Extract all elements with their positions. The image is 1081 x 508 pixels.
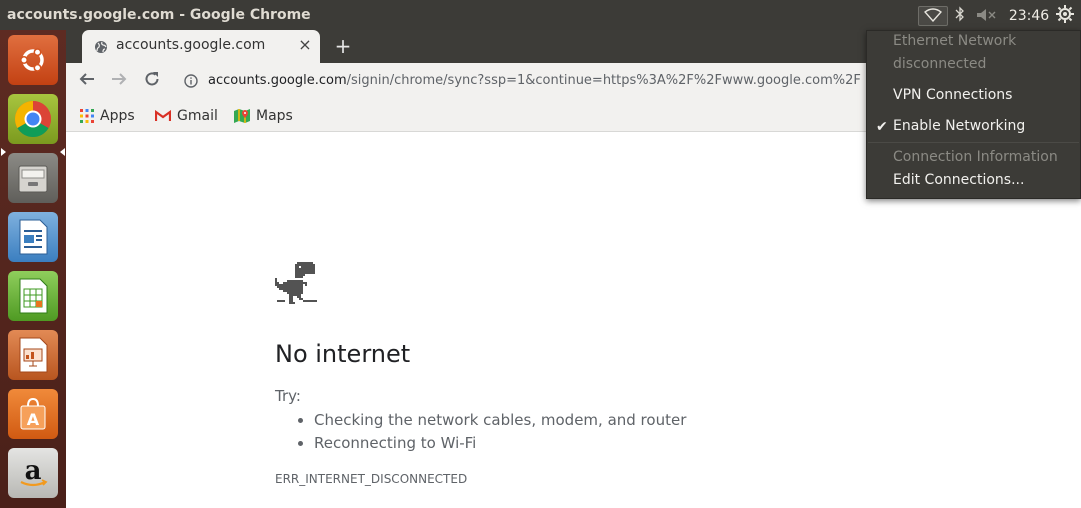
reload-icon: [144, 71, 160, 91]
url-text: accounts.google.com/signin/chrome/sync?s…: [208, 73, 861, 88]
menu-item-edit-connections[interactable]: Edit Connections...: [893, 172, 1024, 188]
url-host: accounts.google.com: [208, 73, 347, 88]
writer-icon: [8, 212, 58, 262]
reload-button[interactable]: [141, 70, 163, 92]
active-app-indicator-left: [1, 148, 6, 156]
bookmark-gmail[interactable]: Gmail: [155, 106, 218, 126]
window-title: accounts.google.com - Google Chrome: [7, 7, 311, 23]
checkmark-icon: ✔: [876, 119, 888, 135]
launcher-ubuntu-software[interactable]: A: [8, 389, 58, 439]
dinosaur-icon[interactable]: [275, 262, 319, 310]
bookmark-maps[interactable]: Maps: [234, 106, 293, 126]
active-app-indicator-right: [60, 148, 65, 156]
calc-icon: [8, 271, 58, 321]
shopping-bag-icon: A: [8, 389, 58, 439]
ubuntu-logo-icon: [8, 35, 58, 85]
apps-grid-icon: [80, 109, 94, 123]
gear-icon: [1056, 5, 1074, 27]
suggestion-item: Checking the network cables, modem, and …: [314, 409, 686, 432]
new-tab-button[interactable]: +: [332, 35, 354, 57]
menu-item-enable-networking[interactable]: Enable Networking: [893, 118, 1025, 134]
top-panel: accounts.google.com - Google Chrome 23:4…: [0, 0, 1081, 30]
gmail-icon: [155, 110, 171, 122]
bookmark-label: Gmail: [177, 108, 218, 124]
sound-indicator[interactable]: [975, 6, 999, 26]
bluetooth-indicator[interactable]: [952, 6, 968, 26]
svg-text:a: a: [25, 456, 42, 486]
error-code: ERR_INTERNET_DISCONNECTED: [275, 472, 468, 486]
launcher-libreoffice-writer[interactable]: [8, 212, 58, 262]
network-indicator[interactable]: [918, 6, 948, 26]
forward-arrow-icon: [111, 71, 127, 91]
chrome-icon: [8, 94, 58, 144]
menu-item-vpn-connections[interactable]: VPN Connections: [893, 87, 1012, 103]
tab-title: accounts.google.com: [116, 37, 266, 53]
launcher-amazon[interactable]: a: [8, 448, 58, 498]
session-indicator[interactable]: [1054, 5, 1076, 27]
launcher: A a: [0, 30, 66, 508]
network-status-line: Ethernet Network: [893, 33, 1017, 49]
browser-tab[interactable]: accounts.google.com ×: [82, 30, 320, 63]
bluetooth-icon: [955, 6, 965, 26]
wifi-icon: [923, 7, 943, 26]
bookmark-label: Maps: [256, 108, 293, 124]
suggestion-list: Checking the network cables, modem, and …: [294, 409, 686, 455]
clock[interactable]: 23:46: [1008, 6, 1050, 26]
info-icon[interactable]: [184, 73, 198, 92]
file-cabinet-icon: [8, 153, 58, 203]
back-arrow-icon: [79, 71, 95, 91]
launcher-files[interactable]: [8, 153, 58, 203]
forward-button[interactable]: [108, 70, 130, 92]
network-status-detail: disconnected: [893, 56, 987, 72]
menu-separator: [868, 142, 1079, 143]
menu-item-connection-information: Connection Information: [893, 149, 1058, 165]
volume-muted-icon: [976, 7, 998, 26]
network-menu: Ethernet Network disconnected VPN Connec…: [866, 30, 1081, 199]
suggestion-item: Reconnecting to Wi-Fi: [314, 432, 686, 455]
launcher-libreoffice-calc[interactable]: [8, 271, 58, 321]
address-bar[interactable]: accounts.google.com/signin/chrome/sync?s…: [174, 67, 864, 95]
try-label: Try:: [275, 387, 301, 405]
maps-icon: [234, 108, 250, 124]
url-path: /signin/chrome/sync?ssp=1&continue=https…: [346, 73, 861, 88]
impress-icon: [8, 330, 58, 380]
back-button[interactable]: [76, 70, 98, 92]
tab-close-button[interactable]: ×: [296, 36, 314, 54]
launcher-google-chrome[interactable]: [8, 94, 58, 144]
amazon-icon: a: [8, 448, 58, 498]
globe-icon: [94, 39, 108, 58]
bookmark-label: Apps: [100, 108, 135, 124]
launcher-libreoffice-impress[interactable]: [8, 330, 58, 380]
bookmark-apps[interactable]: Apps: [80, 106, 135, 126]
error-title: No internet: [275, 340, 411, 368]
svg-text:A: A: [27, 410, 40, 429]
launcher-ubuntu-dash[interactable]: [8, 35, 58, 85]
